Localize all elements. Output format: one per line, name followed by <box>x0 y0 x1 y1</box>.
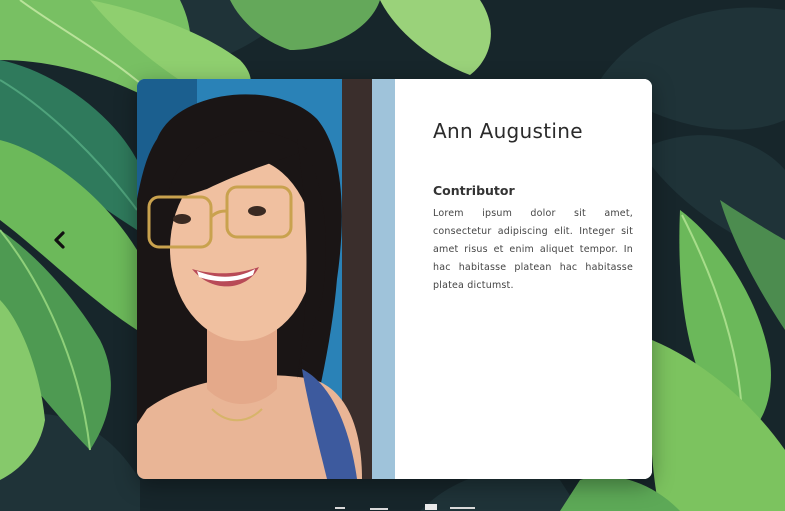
profile-photo <box>137 79 395 479</box>
chevron-left-icon <box>54 231 65 249</box>
previous-slide-button[interactable] <box>50 230 70 250</box>
profile-name: Ann Augustine <box>433 119 583 143</box>
partial-bottom-decoration <box>335 504 475 510</box>
portrait-illustration <box>137 79 395 479</box>
profile-role: Contributor <box>433 183 515 198</box>
profile-bio: Lorem ipsum dolor sit amet, consectetur … <box>433 208 633 291</box>
profile-info-panel: Ann Augustine Contributor Lorem ipsum do… <box>395 79 652 479</box>
profile-card: Ann Augustine Contributor Lorem ipsum do… <box>137 79 652 479</box>
